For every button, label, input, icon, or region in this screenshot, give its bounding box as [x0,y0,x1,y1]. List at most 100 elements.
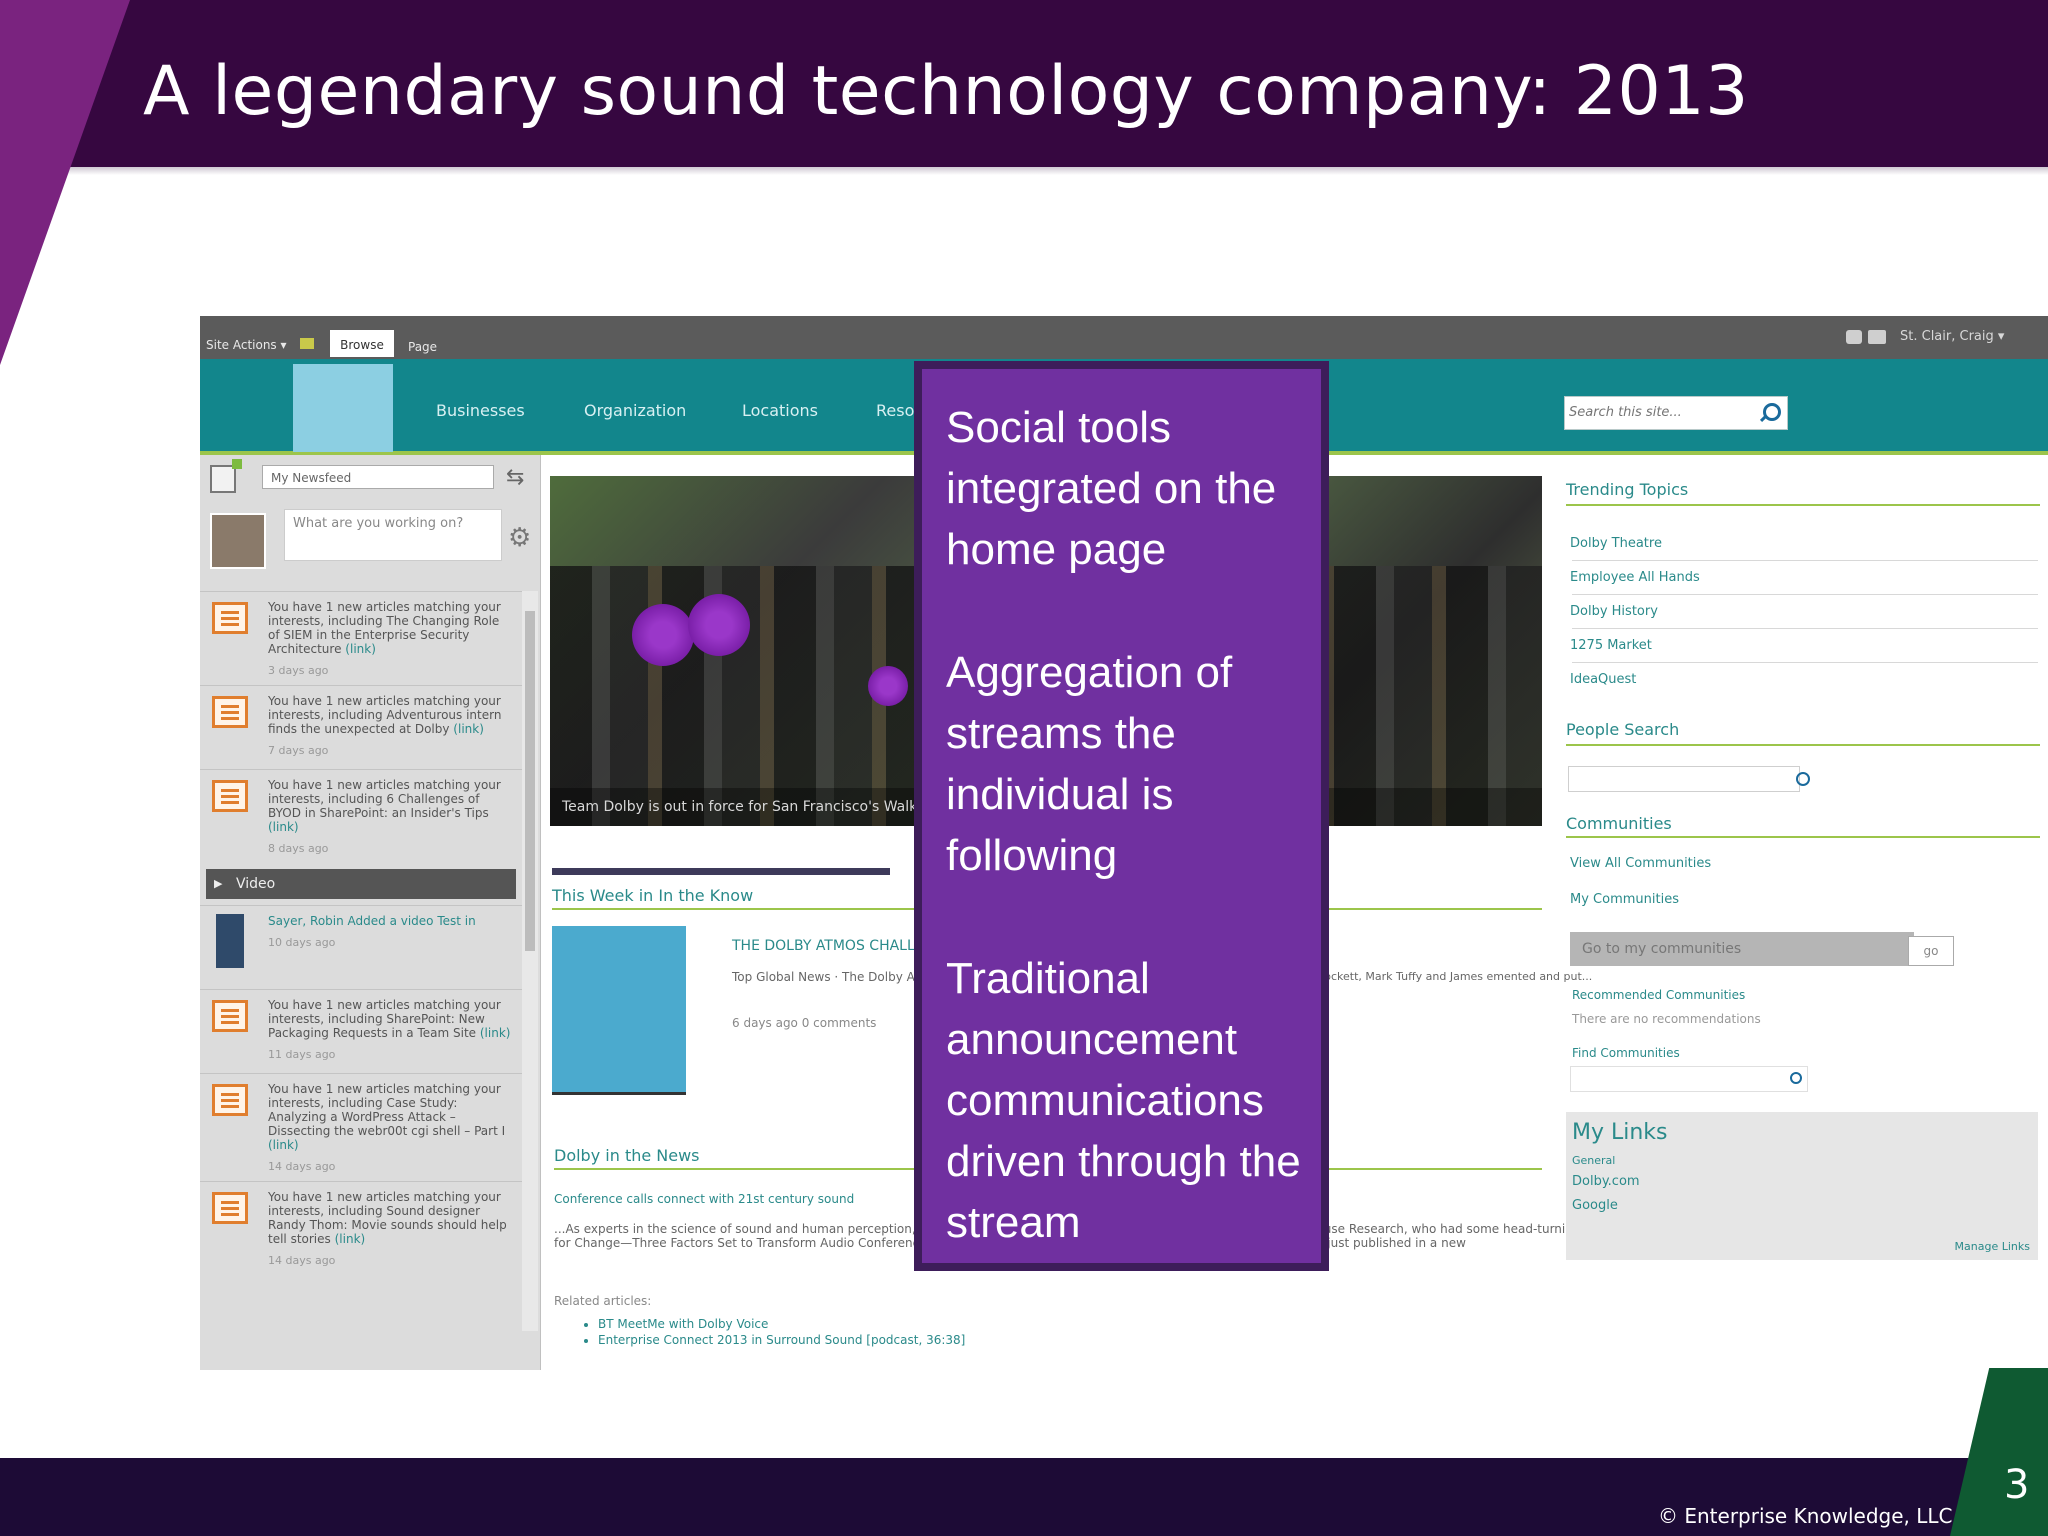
feed-item-text: You have 1 new articles matching your in… [268,1082,506,1138]
title-shadow [0,167,2048,175]
site-actions-menu[interactable]: Site Actions ▾ [206,338,287,352]
news-meta: 6 days ago 0 comments [732,1016,877,1030]
related-link[interactable]: Enterprise Connect 2013 in Surround Soun… [598,1332,965,1348]
feed-item-age: 8 days ago [268,842,329,855]
row-divider [1572,628,2038,629]
feed-item-age: 3 days ago [268,664,329,677]
my-links-heading: My Links [1572,1120,1668,1145]
search-icon[interactable] [1790,1072,1802,1084]
find-communities-link[interactable]: Find Communities [1572,1046,1680,1060]
manage-links-link[interactable]: Manage Links [1955,1240,2030,1253]
dolby-news-heading[interactable]: Dolby in the News [554,1146,700,1165]
related-link[interactable]: BT MeetMe with Dolby Voice [598,1316,965,1332]
news-icon [212,1192,248,1224]
nav-item-organization[interactable]: Organization [584,401,686,420]
site-logo[interactable] [293,364,393,452]
search-input[interactable] [1565,397,1751,427]
no-recommendations-text: There are no recommendations [1572,1012,1761,1026]
trending-item[interactable]: Dolby Theatre [1570,536,1662,551]
feed-item-video: Sayer, Robin Added a video Test in 10 da… [200,905,522,989]
go-button[interactable]: go [1908,936,1954,966]
search-icon[interactable] [1796,772,1810,786]
feed-item-link[interactable]: (link) [268,1138,299,1152]
folder-icon[interactable] [300,338,314,349]
feed-item-age: 7 days ago [268,744,329,757]
nav-item-businesses[interactable]: Businesses [436,401,525,420]
feed-item: You have 1 new articles matching your in… [200,1181,522,1275]
related-list: BT MeetMe with Dolby Voice Enterprise Co… [584,1316,965,1348]
feed-item-text: You have 1 new articles matching your in… [268,1190,507,1246]
nav-item-locations[interactable]: Locations [742,401,818,420]
newsfeed-selector[interactable]: My Newsfeed [262,465,494,489]
my-links-group: General [1572,1154,1616,1167]
status-input[interactable]: What are you working on? [284,509,502,561]
feed-item: You have 1 new articles matching your in… [200,685,522,769]
feed-item-link[interactable]: (link) [453,722,484,736]
people-search-heading: People Search [1566,720,1680,739]
callout-paragraph: Traditional announcement communications … [946,954,1301,1247]
news-icon [212,1084,248,1116]
news-icon [212,602,248,634]
newsfeed-icon [210,459,242,493]
feed-item: You have 1 new articles matching your in… [200,989,522,1073]
section-rule [1566,836,2040,838]
notes-icon[interactable] [1868,330,1886,344]
ribbon-bar: Site Actions ▾ Browse Page St. Clair, Cr… [200,316,2048,359]
callout-paragraph: Social tools integrated on the home page [946,403,1277,574]
tab-browse[interactable]: Browse [330,330,394,357]
news-icon [212,1000,248,1032]
corner-accent-top [0,0,130,365]
feed-item-text: You have 1 new articles matching your in… [268,998,501,1040]
related-label: Related articles: [554,1294,652,1308]
avatar [210,513,266,569]
scrollbar-thumb[interactable] [525,611,535,951]
news-title[interactable]: THE DOLBY ATMOS CHALL [732,938,915,954]
trending-item[interactable]: Dolby History [1570,604,1658,619]
user-menu[interactable]: St. Clair, Craig ▾ [1900,329,2004,344]
video-section-header[interactable]: Video [206,869,516,899]
section-rule [1566,744,2040,746]
feed-item-link[interactable]: (link) [345,642,376,656]
feed-item-link[interactable]: (link) [335,1232,366,1246]
trending-item[interactable]: Employee All Hands [1570,570,1700,585]
refresh-icon[interactable]: ⇆ [506,465,524,490]
row-divider [1572,560,2038,561]
my-link[interactable]: Google [1572,1198,1618,1213]
slide-title: A legendary sound technology company: 20… [143,52,1749,131]
feed-list: You have 1 new articles matching your in… [200,591,522,1275]
feed-item-age: 14 days ago [268,1160,336,1173]
recommended-communities-link[interactable]: Recommended Communities [1572,988,1745,1002]
feed-item-link[interactable]: (link) [268,820,299,834]
search-icon[interactable] [1763,403,1781,421]
feed-item-age: 11 days ago [268,1048,336,1061]
page-number: 3 [2004,1462,2030,1508]
tag-icon[interactable] [1846,330,1862,344]
newsfeed-scrollbar[interactable] [522,591,538,1331]
people-search-input[interactable] [1568,766,1800,792]
news-thumbnail[interactable] [552,926,686,1095]
feed-item: You have 1 new articles matching your in… [200,591,522,685]
video-thumbnail[interactable] [216,914,244,968]
find-communities-input[interactable] [1570,1066,1808,1092]
feed-item-text[interactable]: Sayer, Robin Added a video Test in [268,914,476,928]
news-article-link[interactable]: Conference calls connect with 21st centu… [554,1192,854,1206]
communities-select[interactable]: Go to my communities [1570,932,1914,966]
feed-item-age: 10 days ago [268,936,336,949]
feed-item: You have 1 new articles matching your in… [200,769,522,863]
tab-page[interactable]: Page [408,340,437,354]
feed-item-link[interactable]: (link) [480,1026,511,1040]
trending-item[interactable]: 1275 Market [1570,638,1652,653]
trending-item[interactable]: IdeaQuest [1570,672,1636,687]
copyright: © Enterprise Knowledge, LLC [1658,1504,1953,1528]
trending-heading: Trending Topics [1566,480,1689,499]
flower-prop [868,666,908,706]
gear-icon[interactable]: ⚙ [508,523,531,553]
site-search [1564,396,1788,430]
callout-paragraph: Aggregation of streams the individual is… [946,648,1233,880]
nav-item-resources[interactable]: Reso [876,401,914,420]
my-link[interactable]: Dolby.com [1572,1174,1640,1189]
my-communities-link[interactable]: My Communities [1570,892,1679,907]
in-the-know-heading[interactable]: This Week in In the Know [552,886,753,905]
news-icon [212,780,248,812]
view-all-communities-link[interactable]: View All Communities [1570,856,1711,871]
